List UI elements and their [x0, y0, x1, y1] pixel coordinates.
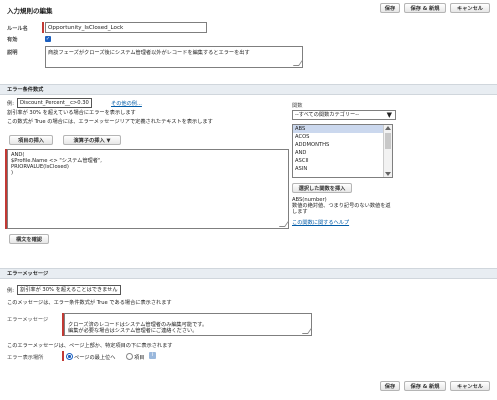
- function-description: 数値の絶対値、つまり記号のない数値を返します: [292, 203, 391, 215]
- info-icon[interactable]: i: [149, 352, 156, 359]
- condition-example-formula-text: Discount_Percent__c>0.30: [20, 100, 89, 106]
- resize-handle-icon[interactable]: [292, 60, 304, 66]
- location-option-field-label[interactable]: 項目: [134, 354, 144, 361]
- function-category-select[interactable]: --すべての関数カテゴリー-- ▼: [292, 110, 396, 120]
- save-button-top[interactable]: 保存: [380, 3, 400, 13]
- check-syntax-button[interactable]: 構文を確認: [9, 234, 49, 244]
- save-and-new-button-bottom[interactable]: 保存 & 新規: [404, 381, 446, 391]
- rule-name-label: ルール名: [7, 26, 28, 32]
- error-example-text: 割引率が 30% を超えることはできません: [17, 285, 121, 295]
- save-and-new-button-top[interactable]: 保存 & 新規: [404, 3, 446, 13]
- error-example-prefix: 例:: [7, 288, 14, 294]
- function-list-item[interactable]: AND: [293, 149, 392, 157]
- scroll-thumb[interactable]: [385, 133, 391, 149]
- cancel-button-bottom[interactable]: キャンセル: [450, 381, 490, 391]
- required-indicator: [42, 22, 44, 33]
- location-option-top-label[interactable]: ページの最上位へ: [74, 354, 115, 361]
- info-icon-glyph: i: [151, 352, 154, 358]
- error-example-desc: このメッセージは、エラー条件数式が True である場合に表示されます: [7, 300, 172, 306]
- more-examples-link[interactable]: その他の例...: [111, 100, 142, 107]
- scroll-down-icon[interactable]: [385, 172, 391, 176]
- description-value: 商談フェーズがクローズ後にシステム管理者以外がレコードを編集するとエラーを出す: [48, 50, 250, 56]
- condition-example-prefix: 例:: [7, 101, 14, 107]
- function-list-item[interactable]: ABS: [293, 125, 392, 133]
- condition-section-header: [0, 84, 497, 95]
- condition-example-formula: Discount_Percent__c>0.30: [17, 98, 92, 108]
- location-radio-field[interactable]: [126, 353, 133, 360]
- function-list-item[interactable]: ASIN: [293, 165, 392, 173]
- function-list[interactable]: ABS ACOS ADDMONTHS AND ASCII ASIN: [292, 124, 393, 178]
- function-list-item[interactable]: ADDMONTHS: [293, 141, 392, 149]
- error-location-label: エラー表示場所: [7, 355, 44, 361]
- function-category-value: --すべての関数カテゴリー--: [295, 112, 359, 118]
- rule-name-value: Opportunity_IsClosed_Lock: [48, 25, 124, 31]
- insert-operator-button[interactable]: 演算子の挿入 ▼: [63, 135, 121, 145]
- description-label: 説明: [7, 50, 18, 56]
- rule-name-input[interactable]: Opportunity_IsClosed_Lock: [45, 22, 207, 33]
- error-location-desc: このエラーメッセージは、ページ上部か、特定項目の下に表示されます: [7, 343, 173, 349]
- cancel-button-top[interactable]: キャンセル: [450, 3, 490, 13]
- formula-editor[interactable]: AND( $Profile.Name <> "システム管理者", PRIORVA…: [7, 149, 290, 229]
- error-message-value: クローズ済のレコードはシステム管理者のみ編集可能です。 編集が必要な場合はシステ…: [68, 322, 208, 334]
- function-help-link[interactable]: この関数に関するヘルプ: [292, 219, 349, 226]
- error-message-label: エラーメッセージ: [7, 317, 49, 323]
- error-message-section-title: エラーメッセージ: [7, 271, 49, 277]
- error-message-section-header: [0, 268, 497, 279]
- save-button-bottom[interactable]: 保存: [380, 381, 400, 391]
- function-list-item[interactable]: ACOS: [293, 133, 392, 141]
- condition-section-title: エラー条件数式: [7, 87, 44, 93]
- active-label: 有効: [7, 37, 18, 43]
- error-location-required-indicator: [62, 351, 64, 361]
- resize-handle-icon[interactable]: [301, 328, 313, 334]
- chevron-down-icon: ▼: [386, 111, 392, 119]
- function-list-item[interactable]: ASCII: [293, 157, 392, 165]
- error-example-text-value: 割引率が 30% を超えることはできません: [20, 287, 118, 293]
- list-scrollbar[interactable]: [383, 125, 392, 177]
- error-message-textarea[interactable]: クローズ済のレコードはシステム管理者のみ編集可能です。 編集が必要な場合はシステ…: [64, 313, 313, 336]
- formula-line: ): [11, 170, 14, 176]
- insert-function-button[interactable]: 選択した関数を挿入: [292, 183, 352, 193]
- page-title: 入力規則の編集: [7, 7, 53, 15]
- resize-handle-icon[interactable]: [278, 221, 290, 227]
- functions-label: 関数: [292, 103, 303, 109]
- active-checkbox[interactable]: ✓: [45, 36, 51, 42]
- location-radio-top[interactable]: [66, 353, 73, 360]
- condition-example-desc2: この数式が True の場合には、エラーメッセージリアで定義されたテキストを表示…: [7, 119, 213, 125]
- insert-field-button[interactable]: 項目の挿入: [9, 135, 53, 145]
- condition-example-desc1: 割引率が 30% を超えている場合にエラーを表示します: [7, 110, 136, 116]
- scroll-up-icon[interactable]: [385, 126, 391, 130]
- description-textarea[interactable]: 商談フェーズがクローズ後にシステム管理者以外がレコードを編集するとエラーを出す: [45, 46, 304, 68]
